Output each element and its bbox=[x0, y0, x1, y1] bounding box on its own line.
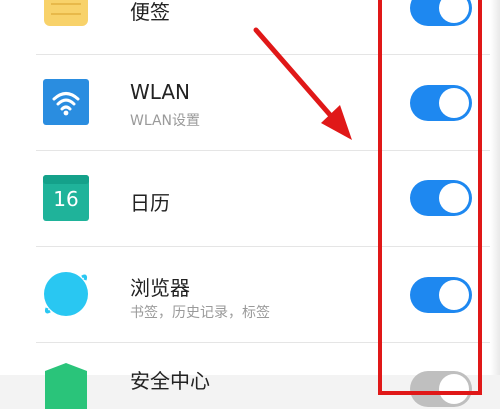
annotation-arrow bbox=[253, 27, 352, 140]
settings-list: 便签 WLAN WLAN设置 16 日历 浏览器 书签，历史记录，标签 安全中心 bbox=[0, 0, 500, 409]
